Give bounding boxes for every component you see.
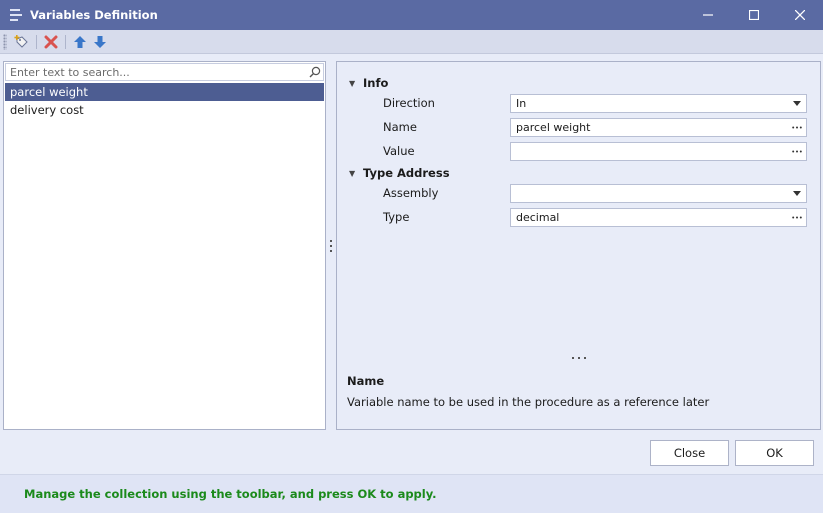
variable-list: parcel weight delivery cost (5, 83, 324, 119)
status-message: Manage the collection using the toolbar,… (24, 487, 437, 501)
toolbar (0, 30, 823, 54)
name-field[interactable]: parcel weight (510, 118, 807, 137)
delete-icon (44, 35, 58, 48)
property-label-direction: Direction (383, 96, 435, 110)
minimize-icon (703, 14, 713, 16)
ellipsis-icon (792, 150, 802, 153)
toolbar-separator (36, 34, 37, 49)
property-label-type: Type (383, 210, 410, 224)
window-controls (685, 0, 823, 30)
type-field[interactable]: decimal (510, 208, 807, 227)
add-variable-button[interactable] (12, 32, 32, 52)
property-label-name: Name (383, 120, 417, 134)
ok-button[interactable]: OK (735, 440, 814, 466)
status-bar: Manage the collection using the toolbar,… (0, 474, 823, 513)
category-label: Type Address (363, 166, 450, 180)
close-icon (795, 10, 805, 20)
variable-list-panel: parcel weight delivery cost (3, 61, 326, 430)
collapse-caret-icon: ▼ (349, 168, 356, 178)
description-splitter[interactable] (572, 355, 586, 361)
property-label-assembly: Assembly (383, 186, 439, 200)
window-title: Variables Definition (30, 8, 158, 22)
move-up-icon (74, 35, 86, 48)
ellipsis-button[interactable] (788, 143, 806, 160)
search-box (5, 63, 324, 81)
close-button[interactable]: Close (650, 440, 729, 466)
pane-splitter[interactable] (328, 240, 334, 252)
move-up-button[interactable] (70, 32, 90, 52)
ellipsis-button[interactable] (788, 209, 806, 226)
maximize-icon (749, 10, 759, 20)
ellipsis-button[interactable] (788, 119, 806, 136)
search-input[interactable] (6, 64, 307, 80)
title-bar: Variables Definition (0, 0, 823, 30)
description-text: Variable name to be used in the procedur… (347, 395, 710, 409)
ellipsis-icon (792, 216, 802, 219)
move-down-button[interactable] (90, 32, 110, 52)
add-variable-icon (14, 34, 28, 48)
category-info[interactable]: ▼ Info (349, 74, 388, 92)
minimize-button[interactable] (685, 0, 731, 30)
ellipsis-icon (792, 126, 802, 129)
assembly-dropdown[interactable] (510, 184, 807, 203)
category-label: Info (363, 76, 389, 90)
close-window-button[interactable] (777, 0, 823, 30)
property-grid: ▼ Info Direction In Name parcel weight V… (336, 61, 821, 430)
collapse-caret-icon: ▼ (349, 78, 356, 88)
list-item-parcel-weight[interactable]: parcel weight (5, 83, 324, 101)
list-item-delivery-cost[interactable]: delivery cost (5, 101, 324, 119)
chevron-down-icon[interactable] (788, 95, 806, 112)
description-title: Name (347, 374, 385, 388)
direction-value: In (516, 97, 527, 110)
name-value: parcel weight (516, 121, 591, 134)
toolbar-grip[interactable] (3, 33, 7, 50)
search-icon[interactable] (307, 64, 323, 80)
maximize-button[interactable] (731, 0, 777, 30)
direction-dropdown[interactable]: In (510, 94, 807, 113)
toolbar-separator (65, 34, 66, 49)
delete-variable-button[interactable] (41, 32, 61, 52)
app-list-icon (10, 9, 22, 21)
move-down-icon (94, 35, 106, 48)
value-field[interactable] (510, 142, 807, 161)
property-label-value: Value (383, 144, 415, 158)
category-type-address[interactable]: ▼ Type Address (349, 164, 450, 182)
chevron-down-icon[interactable] (788, 185, 806, 202)
type-value: decimal (516, 211, 560, 224)
